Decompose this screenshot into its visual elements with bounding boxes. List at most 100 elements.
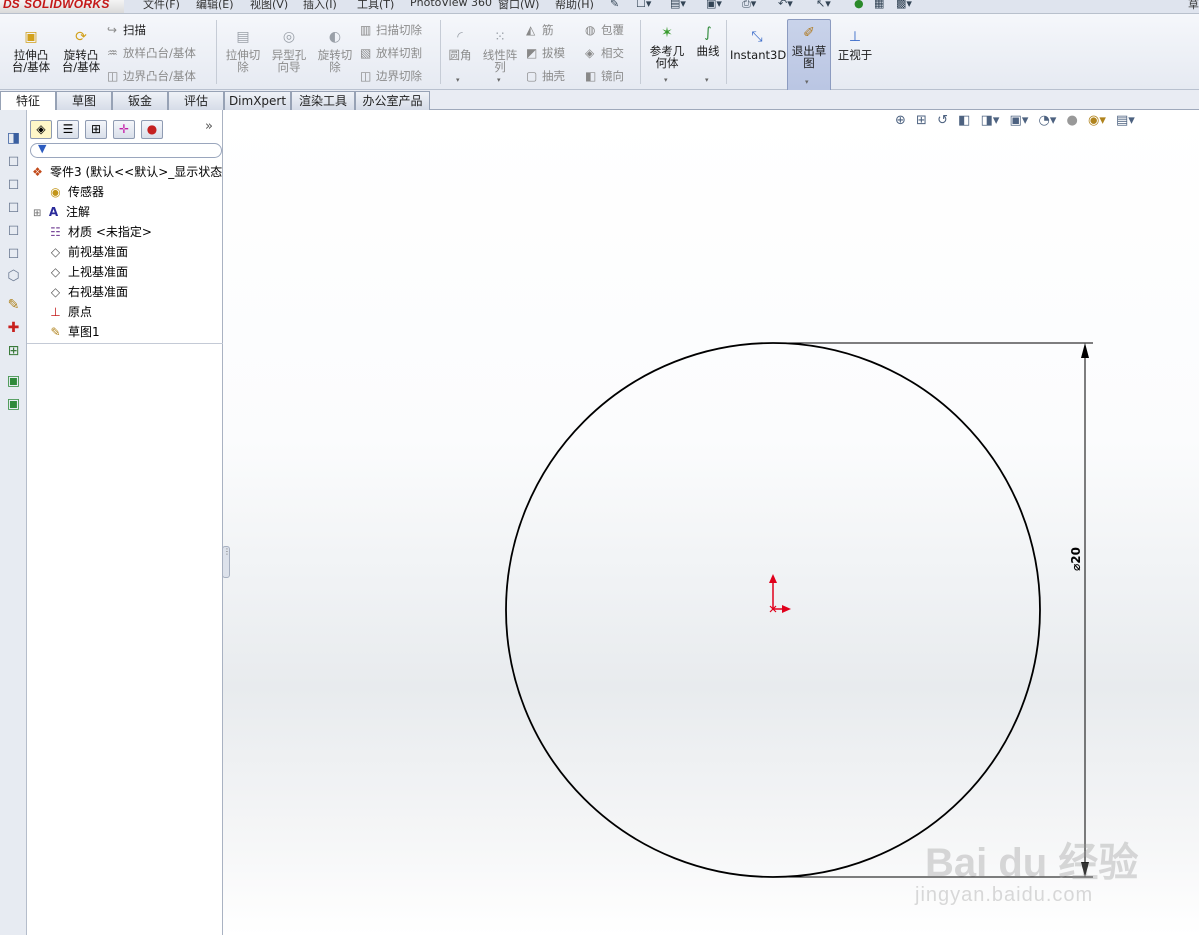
tree-item-label: 草图1 [68, 325, 100, 339]
revolve-boss-label: 旋转凸 台/基体 [61, 48, 101, 74]
display-manager-tab-icon[interactable]: ● [141, 120, 163, 139]
menu-insert[interactable]: 插入(I) [303, 0, 337, 12]
tree-item-front-plane[interactable]: ◇ 前视基准面 [47, 243, 128, 262]
solidworks-logo[interactable]: DS SOLIDWORKS [0, 0, 124, 13]
normal-to-button[interactable]: ⊥ 正视于 [834, 28, 876, 61]
reference-geometry-dropdown-icon[interactable]: ▾ [664, 76, 668, 84]
front-view-icon[interactable]: ◻ [5, 153, 22, 170]
sketch-circle[interactable] [505, 342, 1041, 878]
top-view-icon[interactable]: ◻ [5, 176, 22, 193]
sketch-origin[interactable] [769, 574, 791, 613]
tree-item-top-plane[interactable]: ◇ 上视基准面 [47, 263, 128, 282]
menu-help[interactable]: 帮助(H) [555, 0, 594, 12]
tree-root-part[interactable]: ❖ 零件3 (默认<<默认>_显示状态 [29, 163, 222, 182]
bottom-view-icon[interactable]: ◻ [5, 245, 22, 262]
swept-cut-icon: ▥ [360, 23, 372, 37]
exit-sketch-dropdown-icon[interactable]: ▾ [805, 78, 809, 86]
print-icon[interactable]: ⎙▾ [742, 0, 756, 11]
tab-features[interactable]: 特征 [0, 91, 56, 111]
rebuild-icon[interactable]: ● [854, 0, 864, 10]
intersect-button[interactable]: ◈ 相交 [585, 46, 624, 60]
menu-file[interactable]: 文件(F) [143, 0, 180, 12]
tree-item-origin[interactable]: ⊥ 原点 [47, 303, 92, 322]
menu-view[interactable]: 视图(V) [250, 0, 288, 12]
layer-properties-icon[interactable]: ▣ [5, 396, 22, 413]
left-view-icon[interactable]: ◻ [5, 222, 22, 239]
relations-icon[interactable]: ⊞ [5, 343, 22, 360]
boundary-boss-button[interactable]: ◫ 边界凸台/基体 [107, 69, 196, 83]
sweep-button[interactable]: ↪ 扫描 [107, 23, 146, 37]
normal-to-icon: ⊥ [848, 29, 862, 45]
tab-office-products[interactable]: 办公室产品 [355, 91, 430, 110]
fillet-button[interactable]: ◜ 圆角 [442, 28, 478, 61]
hole-wizard-button[interactable]: ◎ 异型孔 向导 [266, 28, 312, 73]
tab-dimxpert[interactable]: DimXpert [224, 91, 291, 110]
loft-boss-button[interactable]: ♒ 放样凸台/基体 [107, 46, 196, 60]
pattern-dropdown-icon[interactable]: ▾ [497, 76, 501, 84]
right-view-icon[interactable]: ◻ [5, 199, 22, 216]
boundary-cut-button[interactable]: ◫ 边界切除 [360, 69, 422, 83]
curves-dropdown-icon[interactable]: ▾ [705, 76, 709, 84]
extrude-boss-label: 拉伸凸 台/基体 [11, 48, 51, 74]
fillet-dropdown-icon[interactable]: ▾ [456, 76, 460, 84]
extrude-boss-button[interactable]: ▣ 拉伸凸 台/基体 [6, 28, 56, 73]
undo-icon[interactable]: ↶▾ [778, 0, 793, 10]
revolve-boss-button[interactable]: ⟳ 旋转凸 台/基体 [56, 28, 106, 73]
revolve-cut-button[interactable]: ◐ 旋转切 除 [312, 28, 358, 73]
feature-tree-filter[interactable]: ▼ [30, 142, 222, 158]
swept-cut-button[interactable]: ▥ 扫描切除 [360, 23, 422, 37]
menu-tools[interactable]: 工具(T) [357, 0, 394, 12]
expand-plus-icon[interactable]: ⊞ [33, 204, 45, 223]
exit-sketch-button[interactable]: ✐ 退出草 图 ▾ [787, 19, 831, 99]
fillet-icon: ◜ [457, 29, 463, 45]
menu-window[interactable]: 窗口(W) [498, 0, 539, 12]
sketch-pencil-icon[interactable]: ✎ [5, 297, 22, 314]
wrap-button[interactable]: ◍ 包覆 [585, 23, 624, 37]
configuration-manager-tab-icon[interactable]: ⊞ [85, 120, 107, 139]
wrap-icon: ◍ [585, 23, 596, 37]
tree-item-annotations[interactable]: ⊞ A 注解 [33, 203, 90, 222]
tree-item-sensors[interactable]: ◉ 传感器 [47, 183, 104, 202]
menu-edit[interactable]: 编辑(E) [196, 0, 234, 12]
property-manager-tab-icon[interactable]: ☰ [57, 120, 79, 139]
boundary-cut-icon: ◫ [360, 69, 372, 83]
file-properties-icon[interactable]: ▦ [874, 0, 884, 10]
tree-item-material[interactable]: ☷ 材质 <未指定> [47, 223, 152, 242]
extrude-cut-button[interactable]: ▤ 拉伸切 除 [220, 28, 266, 73]
feature-tree-tab-icon[interactable]: ◈ [30, 120, 52, 139]
new-document-icon[interactable]: ☐▾ [636, 0, 651, 10]
linear-pattern-button[interactable]: ⁙ 线性阵 列 [480, 28, 520, 73]
draft-button[interactable]: ◩ 拔模 [526, 46, 565, 60]
shell-label: 抽壳 [542, 69, 565, 83]
expand-tabs-icon[interactable]: » [205, 119, 213, 134]
tab-sketch[interactable]: 草图 [56, 91, 112, 110]
save-icon[interactable]: ▣▾ [706, 0, 722, 10]
dimension-text[interactable]: ⌀20 [1069, 547, 1083, 571]
tree-item-right-plane[interactable]: ◇ 右视基准面 [47, 283, 128, 302]
ribbon-separator [440, 20, 441, 84]
tab-render-tools[interactable]: 渲染工具 [291, 91, 355, 110]
panel-splitter-handle[interactable]: ⋮ [222, 546, 231, 578]
intersect-label: 相交 [601, 46, 624, 60]
curves-button[interactable]: ∫ 曲线 [692, 24, 724, 57]
open-folder-icon[interactable]: ▤▾ [670, 0, 686, 10]
rib-button[interactable]: ◭ 筋 [526, 23, 554, 37]
select-arrow-icon[interactable]: ↖▾ [816, 0, 831, 10]
options-icon[interactable]: ▩▾ [896, 0, 912, 10]
tab-evaluate[interactable]: 评估 [168, 91, 224, 110]
mirror-button[interactable]: ◧ 镜向 [585, 69, 624, 83]
tree-item-sketch1[interactable]: ✎ 草图1 [47, 323, 100, 342]
layer-icon[interactable]: ▣ [5, 373, 22, 390]
dimxpert-manager-tab-icon[interactable]: ✛ [113, 120, 135, 139]
tab-sheet-metal[interactable]: 钣金 [112, 91, 168, 110]
lofted-cut-button[interactable]: ▧ 放样切割 [360, 46, 422, 60]
instant3d-button[interactable]: ⤡ Instant3D [730, 28, 786, 61]
cube-view-icon[interactable]: ◨ [5, 130, 22, 147]
reference-geometry-button[interactable]: ✶ 参考几 何体 [644, 24, 690, 69]
graphics-viewport[interactable]: ⊕ ⊞ ↺ ◧ ◨▾ ▣▾ ◔▾ ● ◉▾ ▤▾ ⌀20 Bai du 经验 j… [223, 110, 1199, 935]
isometric-view-icon[interactable]: ⬡ [5, 268, 22, 285]
shell-button[interactable]: ▢ 抽壳 [526, 69, 565, 83]
menu-photoview[interactable]: PhotoView 360 [410, 0, 492, 9]
smart-dimension-icon[interactable]: ✚ [5, 320, 22, 337]
pin-icon[interactable]: ✎ [610, 0, 619, 10]
